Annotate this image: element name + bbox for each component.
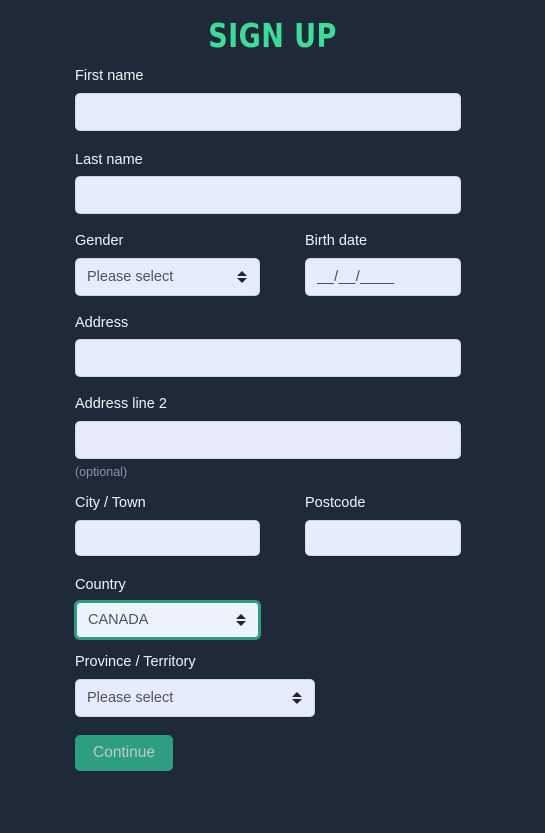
signup-page: SIGN UP First name Last name Gender Plea…	[0, 0, 545, 833]
birth-date-input[interactable]	[305, 257, 461, 296]
label-postcode: Postcode	[305, 495, 366, 512]
gender-select-wrapper: Please select	[75, 257, 260, 296]
field-city: City / Town	[75, 496, 305, 556]
label-city: City / Town	[75, 495, 146, 512]
signup-form: First name Last name Gender Please selec…	[0, 54, 545, 771]
label-last-name: Last name	[75, 151, 143, 168]
country-select[interactable]: CANADA	[75, 601, 260, 640]
page-title: SIGN UP	[208, 16, 337, 55]
field-birth-date: Birth date	[305, 234, 461, 296]
address-line-2-input[interactable]	[75, 420, 461, 459]
field-first-name: First name	[75, 69, 461, 131]
gender-select[interactable]: Please select	[75, 257, 260, 296]
address-line-2-helper: (optional)	[75, 464, 128, 479]
province-select-value: Please select	[87, 689, 174, 706]
country-select-value: CANADA	[88, 612, 149, 629]
province-select[interactable]: Please select	[75, 678, 315, 717]
last-name-input[interactable]	[75, 176, 461, 215]
gender-birthdate-row: Gender Please select Birth date	[75, 234, 461, 296]
chevron-updown-icon	[291, 689, 303, 706]
label-first-name: First name	[75, 68, 144, 85]
label-address-line-2: Address line 2	[75, 396, 167, 413]
field-address-line-2: Address line 2 (optional)	[75, 397, 461, 478]
label-country: Country	[75, 576, 126, 593]
chevron-updown-icon	[235, 612, 247, 629]
city-postcode-row: City / Town Postcode	[75, 496, 461, 556]
label-birth-date: Birth date	[305, 233, 368, 250]
chevron-updown-icon	[236, 268, 248, 285]
postcode-input[interactable]	[305, 519, 461, 556]
continue-button[interactable]: Continue	[75, 734, 174, 771]
label-address: Address	[75, 314, 129, 331]
field-province: Province / Territory Please select	[75, 655, 461, 717]
field-postcode: Postcode	[305, 496, 461, 556]
field-last-name: Last name	[75, 153, 461, 215]
label-gender: Gender	[75, 233, 124, 250]
field-gender: Gender Please select	[75, 234, 305, 296]
city-input[interactable]	[75, 519, 260, 556]
province-select-wrapper: Please select	[75, 678, 315, 717]
field-country: Country CANADA	[75, 578, 461, 640]
address-input[interactable]	[75, 339, 461, 378]
label-province: Province / Territory	[75, 654, 196, 671]
first-name-input[interactable]	[75, 92, 461, 131]
field-address: Address	[75, 316, 461, 378]
country-select-wrapper: CANADA	[75, 601, 260, 640]
gender-select-value: Please select	[87, 268, 174, 285]
